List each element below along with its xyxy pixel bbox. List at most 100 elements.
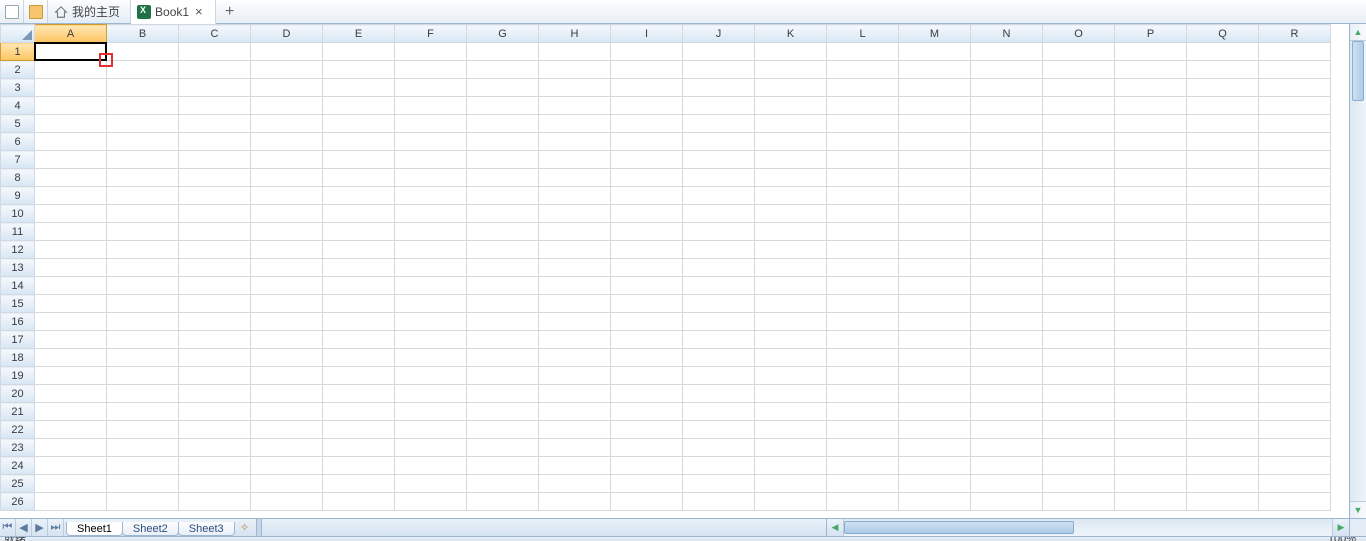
cell-I25[interactable]	[611, 475, 683, 493]
cell-D10[interactable]	[251, 205, 323, 223]
cell-L2[interactable]	[827, 61, 899, 79]
cell-B10[interactable]	[107, 205, 179, 223]
cell-E26[interactable]	[323, 493, 395, 511]
cell-M3[interactable]	[899, 79, 971, 97]
cell-G2[interactable]	[467, 61, 539, 79]
row-header-18[interactable]: 18	[1, 349, 35, 367]
cell-L15[interactable]	[827, 295, 899, 313]
column-header-F[interactable]: F	[395, 25, 467, 43]
cell-I4[interactable]	[611, 97, 683, 115]
cell-D24[interactable]	[251, 457, 323, 475]
cell-P18[interactable]	[1115, 349, 1187, 367]
scroll-left-button[interactable]: ◀	[827, 519, 844, 536]
cell-P9[interactable]	[1115, 187, 1187, 205]
cell-P2[interactable]	[1115, 61, 1187, 79]
cell-G26[interactable]	[467, 493, 539, 511]
cell-K12[interactable]	[755, 241, 827, 259]
cell-E11[interactable]	[323, 223, 395, 241]
cell-P15[interactable]	[1115, 295, 1187, 313]
cell-I22[interactable]	[611, 421, 683, 439]
new-file-button[interactable]	[0, 0, 24, 23]
cell-C15[interactable]	[179, 295, 251, 313]
cell-A13[interactable]	[35, 259, 107, 277]
cell-O16[interactable]	[1043, 313, 1115, 331]
cell-I8[interactable]	[611, 169, 683, 187]
cell-E19[interactable]	[323, 367, 395, 385]
cell-C6[interactable]	[179, 133, 251, 151]
cell-E8[interactable]	[323, 169, 395, 187]
cell-C24[interactable]	[179, 457, 251, 475]
row-header-9[interactable]: 9	[1, 187, 35, 205]
cell-E4[interactable]	[323, 97, 395, 115]
cell-C13[interactable]	[179, 259, 251, 277]
cell-G6[interactable]	[467, 133, 539, 151]
cell-M5[interactable]	[899, 115, 971, 133]
cell-Q20[interactable]	[1187, 385, 1259, 403]
column-header-P[interactable]: P	[1115, 25, 1187, 43]
cell-J3[interactable]	[683, 79, 755, 97]
column-header-O[interactable]: O	[1043, 25, 1115, 43]
cell-P25[interactable]	[1115, 475, 1187, 493]
cell-A8[interactable]	[35, 169, 107, 187]
cell-I6[interactable]	[611, 133, 683, 151]
cell-M25[interactable]	[899, 475, 971, 493]
cell-D18[interactable]	[251, 349, 323, 367]
cell-B5[interactable]	[107, 115, 179, 133]
scroll-right-button[interactable]: ▶	[1332, 519, 1349, 536]
cell-I1[interactable]	[611, 43, 683, 61]
cell-L25[interactable]	[827, 475, 899, 493]
cell-H7[interactable]	[539, 151, 611, 169]
cell-N6[interactable]	[971, 133, 1043, 151]
cell-H22[interactable]	[539, 421, 611, 439]
cell-I20[interactable]	[611, 385, 683, 403]
cell-A7[interactable]	[35, 151, 107, 169]
cell-G21[interactable]	[467, 403, 539, 421]
cell-K6[interactable]	[755, 133, 827, 151]
cell-D4[interactable]	[251, 97, 323, 115]
cell-B9[interactable]	[107, 187, 179, 205]
cell-R7[interactable]	[1259, 151, 1331, 169]
cell-H13[interactable]	[539, 259, 611, 277]
cell-N23[interactable]	[971, 439, 1043, 457]
cell-R20[interactable]	[1259, 385, 1331, 403]
cell-C4[interactable]	[179, 97, 251, 115]
scroll-down-button[interactable]: ▼	[1350, 501, 1366, 518]
cell-K22[interactable]	[755, 421, 827, 439]
select-all-corner[interactable]	[1, 25, 35, 43]
cell-N24[interactable]	[971, 457, 1043, 475]
cell-Q12[interactable]	[1187, 241, 1259, 259]
cell-R19[interactable]	[1259, 367, 1331, 385]
vscroll-thumb[interactable]	[1352, 41, 1364, 101]
cell-P4[interactable]	[1115, 97, 1187, 115]
cell-Q3[interactable]	[1187, 79, 1259, 97]
cell-G10[interactable]	[467, 205, 539, 223]
close-icon[interactable]: ×	[193, 4, 205, 19]
cell-J19[interactable]	[683, 367, 755, 385]
sheet-nav-first[interactable]: ⏮	[0, 519, 16, 536]
cell-Q17[interactable]	[1187, 331, 1259, 349]
cell-C3[interactable]	[179, 79, 251, 97]
cell-O14[interactable]	[1043, 277, 1115, 295]
cell-M17[interactable]	[899, 331, 971, 349]
cell-O15[interactable]	[1043, 295, 1115, 313]
cell-J21[interactable]	[683, 403, 755, 421]
cell-M8[interactable]	[899, 169, 971, 187]
cell-I19[interactable]	[611, 367, 683, 385]
cell-A16[interactable]	[35, 313, 107, 331]
cell-H25[interactable]	[539, 475, 611, 493]
cell-D25[interactable]	[251, 475, 323, 493]
cell-D14[interactable]	[251, 277, 323, 295]
cell-N8[interactable]	[971, 169, 1043, 187]
cell-J14[interactable]	[683, 277, 755, 295]
cell-M1[interactable]	[899, 43, 971, 61]
cell-K26[interactable]	[755, 493, 827, 511]
cell-N25[interactable]	[971, 475, 1043, 493]
row-header-16[interactable]: 16	[1, 313, 35, 331]
cell-H15[interactable]	[539, 295, 611, 313]
cell-C17[interactable]	[179, 331, 251, 349]
cell-B18[interactable]	[107, 349, 179, 367]
cell-F13[interactable]	[395, 259, 467, 277]
tab-home[interactable]: 我的主页	[48, 0, 131, 23]
cell-O26[interactable]	[1043, 493, 1115, 511]
cell-Q24[interactable]	[1187, 457, 1259, 475]
